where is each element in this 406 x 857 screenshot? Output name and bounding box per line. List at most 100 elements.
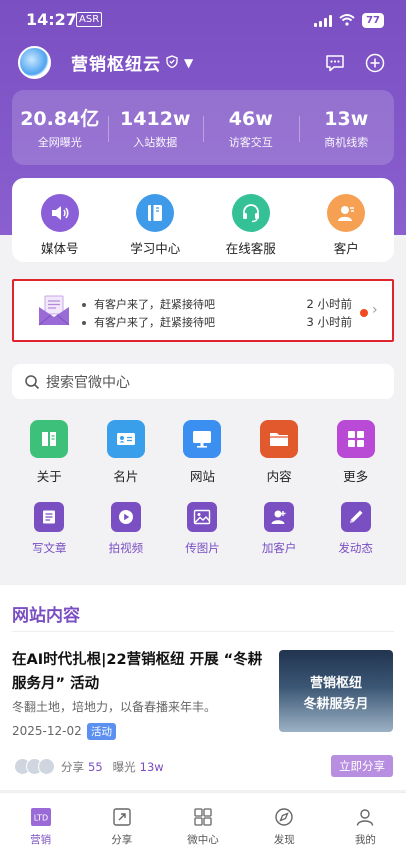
action-grid: 写文章 拍视频 传图片 加客户 发动态 [0, 502, 406, 556]
quick-customer[interactable]: 客户 [299, 178, 395, 262]
stat-value: 1412w [120, 108, 191, 130]
view-count: 13w [139, 759, 164, 774]
sharer-avatars [14, 758, 55, 775]
headset-icon [231, 194, 270, 232]
stat-leads[interactable]: 13w 商机线索 [298, 90, 395, 165]
thumbnail-line1: 营销枢纽 [309, 676, 362, 691]
wifi-icon [339, 11, 355, 30]
bullet-icon [82, 303, 86, 307]
quick-label: 在线客服 [225, 241, 276, 256]
tab-discover[interactable]: 发现 [244, 793, 325, 857]
app-label: 内容 [266, 469, 292, 484]
chevron-right-icon[interactable]: › [372, 302, 378, 318]
search-icon [24, 374, 46, 390]
bullet-icon [82, 321, 86, 325]
avatar[interactable] [18, 46, 51, 79]
company-name: 营销枢纽云 [71, 55, 161, 75]
profile-switcher[interactable]: 营销枢纽云 ▼ [18, 46, 193, 79]
article-thumbnail[interactable]: 营销枢纽 冬耕服务月 [279, 650, 393, 732]
app-content[interactable]: 内容 [241, 420, 318, 485]
action-label: 传图片 [185, 541, 220, 555]
app-about[interactable]: 关于 [11, 420, 88, 485]
app-card[interactable]: 名片 [88, 420, 165, 485]
stat-value: 20.84亿 [20, 108, 100, 130]
user-icon [354, 807, 376, 827]
action-shoot-video[interactable]: 拍视频 [88, 502, 165, 556]
monitor-icon [183, 420, 222, 458]
stat-label: 商机线索 [324, 136, 369, 149]
caret-down-icon[interactable]: ▼ [184, 56, 193, 70]
quick-learning[interactable]: 学习中心 [108, 178, 204, 262]
action-upload-image[interactable]: 传图片 [164, 502, 241, 556]
add-icon[interactable] [364, 52, 386, 74]
app-label: 更多 [343, 469, 369, 484]
add-user-icon [264, 502, 295, 532]
tab-label: 分享 [111, 834, 133, 846]
share-now-button[interactable]: 立即分享 [331, 755, 393, 777]
unread-dot [360, 309, 368, 317]
stat-value: 46w [228, 108, 273, 130]
tab-label: 营销 [30, 834, 52, 846]
ltd-icon: LTD [30, 807, 52, 827]
signal-icon [314, 14, 333, 27]
shield-icon [166, 54, 178, 71]
stat-exposure[interactable]: 20.84亿 全网曝光 [12, 90, 108, 165]
action-write-article[interactable]: 写文章 [11, 502, 88, 556]
speaker-icon [40, 194, 79, 232]
message-icon[interactable] [324, 52, 346, 74]
tab-marketing[interactable]: LTD 营销 [0, 793, 81, 857]
quick-media[interactable]: 媒体号 [12, 178, 108, 262]
action-label: 加客户 [261, 541, 297, 555]
article-meta: 分享 55 曝光 13w [14, 758, 174, 775]
compass-icon [273, 807, 295, 827]
envelope-icon [36, 293, 72, 329]
notification-item[interactable]: 有客户来了，赶紧接待吧 3 小时前 [82, 314, 352, 330]
stat-inbound[interactable]: 1412w 入站数据 [107, 90, 204, 165]
status-bar: 14:27 ASR 77 [0, 0, 406, 40]
action-label: 拍视频 [108, 541, 144, 555]
quick-service[interactable]: 在线客服 [203, 178, 299, 262]
article-title[interactable]: 在AI时代扎根|22营销枢纽 开展 “冬耕服务月” 活动 [12, 648, 266, 696]
page: 14:27 ASR 77 营销枢纽云 ▼ 20.84亿 全网曝光 1412w 入… [0, 0, 406, 857]
customer-notification[interactable]: 有客户来了，赶紧接待吧 2 小时前 有客户来了，赶紧接待吧 3 小时前 › [12, 279, 394, 342]
tab-label: 我的 [354, 834, 376, 846]
stat-visitors[interactable]: 46w 访客交互 [203, 90, 299, 165]
tab-mine[interactable]: 我的 [325, 793, 406, 857]
action-add-customer[interactable]: 加客户 [241, 502, 318, 556]
app-more[interactable]: 更多 [317, 420, 394, 485]
status-tag: ASR [76, 12, 103, 27]
notification-time: 3 小时前 [306, 315, 352, 329]
action-post-update[interactable]: 发动态 [317, 502, 394, 556]
tab-micro-center[interactable]: 微中心 [162, 793, 243, 857]
customer-icon [327, 194, 366, 232]
quick-label: 学习中心 [130, 241, 181, 256]
app-label: 关于 [36, 469, 62, 484]
notification-item[interactable]: 有客户来了，赶紧接待吧 2 小时前 [82, 296, 352, 312]
tab-share[interactable]: 分享 [81, 793, 162, 857]
svg-text:LTD: LTD [33, 814, 47, 823]
grid-icon [192, 807, 214, 827]
card-icon [106, 420, 145, 458]
bottom-tab-bar: LTD 营销 分享 微中心 发现 我的 [0, 792, 406, 857]
stat-label: 入站数据 [133, 136, 178, 149]
app-website[interactable]: 网站 [164, 420, 241, 485]
article-icon [34, 502, 65, 532]
search-bar[interactable]: 搜索官微中心 [12, 364, 394, 399]
notification-time: 2 小时前 [306, 297, 352, 311]
article-subtitle: 冬翻土地，培地力，以备春播来年丰。 [12, 700, 217, 714]
folder-icon [260, 420, 299, 458]
quick-label: 客户 [333, 241, 359, 256]
image-icon [187, 502, 218, 532]
video-icon [110, 502, 141, 532]
book-icon [136, 194, 175, 232]
post-icon [340, 502, 371, 532]
quick-label: 媒体号 [40, 241, 79, 256]
quick-access-card: 媒体号 学习中心 在线客服 客户 [12, 178, 394, 262]
search-input[interactable]: 搜索官微中心 [46, 372, 130, 392]
header-actions [324, 52, 386, 74]
thumbnail-line2: 冬耕服务月 [303, 697, 369, 712]
stat-label: 全网曝光 [37, 136, 82, 149]
stat-value: 13w [324, 108, 369, 130]
action-label: 写文章 [32, 541, 67, 555]
notification-text: 有客户来了，赶紧接待吧 [94, 316, 215, 329]
